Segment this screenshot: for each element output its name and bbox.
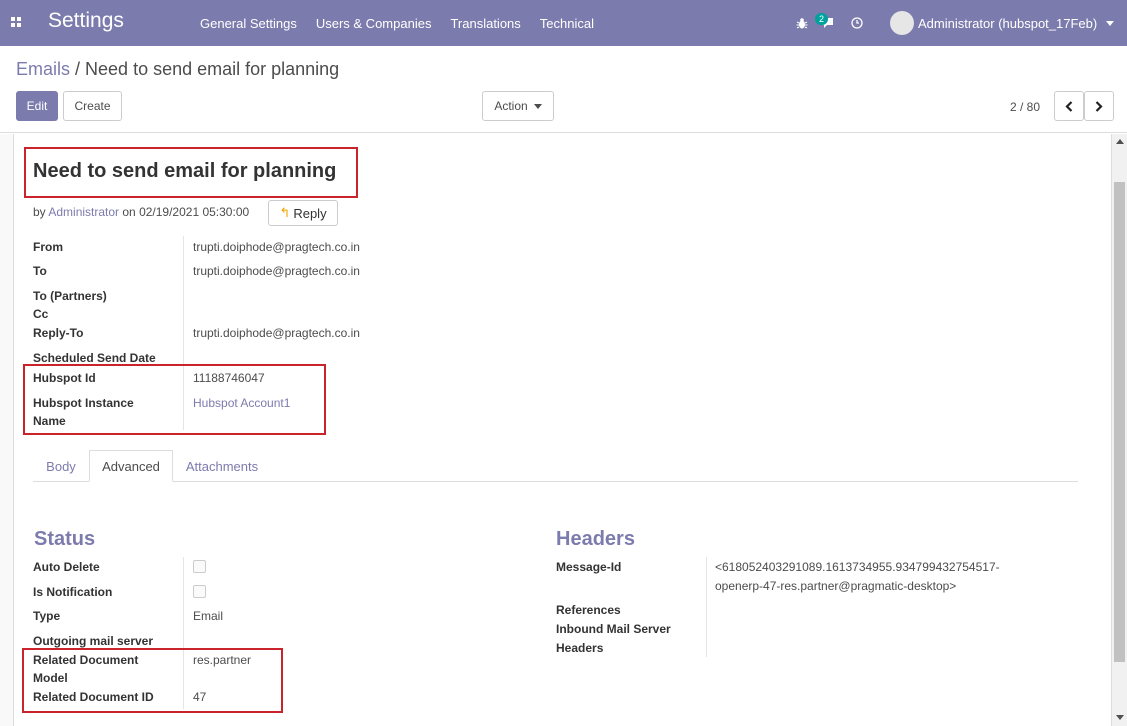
status-section-title: Status (34, 528, 96, 550)
menu-translations[interactable]: Translations (450, 16, 520, 31)
related-document-model-value[interactable]: res.partner (193, 651, 251, 669)
hubspot-instance-link[interactable]: Hubspot Account1 (193, 394, 290, 412)
tab-advanced[interactable]: Advanced (89, 450, 173, 482)
reply-to-value[interactable]: trupti.doiphode@pragtech.co.in (193, 324, 360, 342)
hubspot-instance-label: Hubspot Instance (33, 396, 134, 410)
breadcrumb-emails-link[interactable]: Emails (16, 59, 70, 79)
control-panel: Emails / Need to send email for planning… (0, 46, 1127, 133)
headers-label: Headers (556, 641, 604, 655)
chevron-down-icon[interactable] (1106, 21, 1114, 26)
hubspot-instance-label-cont: Name (33, 414, 66, 428)
debug-bug-icon[interactable] (796, 0, 808, 46)
to-label: To (33, 264, 47, 278)
message-id-label: Message-Id (556, 560, 622, 574)
action-dropdown-button[interactable]: Action (482, 91, 554, 121)
hubspot-id-label: Hubspot Id (33, 371, 96, 385)
breadcrumb: Emails / Need to send email for planning (16, 59, 339, 80)
cc-label: Cc (33, 307, 49, 321)
type-label: Type (33, 609, 61, 623)
vertical-scrollbar[interactable] (1112, 134, 1127, 726)
breadcrumb-separator: / (70, 59, 86, 79)
auto-delete-label: Auto Delete (33, 560, 100, 574)
from-label: From (33, 240, 63, 254)
type-value[interactable]: Email (193, 607, 223, 625)
to-partners-label: To (Partners) (33, 289, 107, 303)
edit-button[interactable]: Edit (16, 91, 58, 121)
message-id-value-line2[interactable]: openerp-47-res.partner@pragmatic-desktop… (715, 577, 956, 595)
related-document-model-label: Related Document (33, 653, 139, 667)
app-title[interactable]: Settings (48, 9, 124, 33)
chat-badge: 2 (815, 13, 829, 25)
pager-previous-button[interactable] (1054, 91, 1084, 121)
user-menu-label[interactable]: Administrator (hubspot_17Feb) (918, 16, 1097, 31)
caret-down-icon (533, 103, 542, 109)
pager-next-button[interactable] (1084, 91, 1114, 121)
action-label: Action (494, 99, 528, 113)
record-title: Need to send email for planning (33, 160, 337, 182)
main-menu: General Settings Users & Companies Trans… (200, 16, 613, 31)
to-value[interactable]: trupti.doiphode@pragtech.co.in (193, 262, 360, 280)
breadcrumb-current: Need to send email for planning (85, 59, 340, 79)
reply-arrow-icon: ↰ (279, 205, 291, 220)
is-notification-checkbox[interactable] (193, 585, 206, 598)
auto-delete-checkbox[interactable] (193, 560, 206, 573)
menu-users-companies[interactable]: Users & Companies (316, 16, 432, 31)
notebook-tabs: Body Advanced Attachments (33, 450, 1078, 482)
create-button[interactable]: Create (63, 91, 122, 121)
tab-body[interactable]: Body (33, 450, 89, 482)
top-navbar: Settings General Settings Users & Compan… (0, 0, 1127, 46)
apps-grid-icon[interactable] (11, 17, 23, 29)
inbound-mail-server-label: Inbound Mail Server (556, 622, 671, 636)
byline-date: on 02/19/2021 05:30:00 (119, 205, 250, 219)
hubspot-id-value[interactable]: 11188746047 (193, 369, 265, 387)
menu-technical[interactable]: Technical (540, 16, 594, 31)
tab-attachments[interactable]: Attachments (173, 450, 271, 482)
reply-button[interactable]: ↰ Reply (268, 200, 338, 226)
user-avatar[interactable] (890, 11, 914, 35)
related-document-id-label: Related Document ID (33, 690, 154, 704)
reply-label: Reply (293, 205, 327, 221)
menu-general-settings[interactable]: General Settings (200, 16, 297, 31)
byline-prefix: by (33, 205, 49, 219)
references-label: References (556, 603, 621, 617)
headers-section-title: Headers (556, 528, 635, 550)
scroll-down-arrow-icon[interactable] (1116, 715, 1124, 720)
scroll-up-arrow-icon[interactable] (1116, 139, 1124, 144)
pager-value[interactable]: 2 / 80 (1010, 100, 1040, 114)
is-notification-label: Is Notification (33, 585, 113, 599)
related-document-id-value[interactable]: 47 (193, 688, 206, 706)
scrollbar-thumb[interactable] (1114, 182, 1125, 662)
from-value[interactable]: trupti.doiphode@pragtech.co.in (193, 238, 360, 256)
record-byline: by Administrator on 02/19/2021 05:30:00 (33, 205, 249, 219)
headers-separator (706, 557, 707, 657)
author-link[interactable]: Administrator (48, 205, 119, 219)
chevron-right-icon (1095, 100, 1103, 112)
chevron-left-icon (1065, 100, 1073, 112)
reply-to-label: Reply-To (33, 326, 84, 340)
clock-icon[interactable] (851, 0, 863, 46)
message-id-value-line1[interactable]: <618052403291089.1613734955.934799432754… (715, 558, 1000, 576)
related-document-model-label-cont: Model (33, 671, 68, 685)
